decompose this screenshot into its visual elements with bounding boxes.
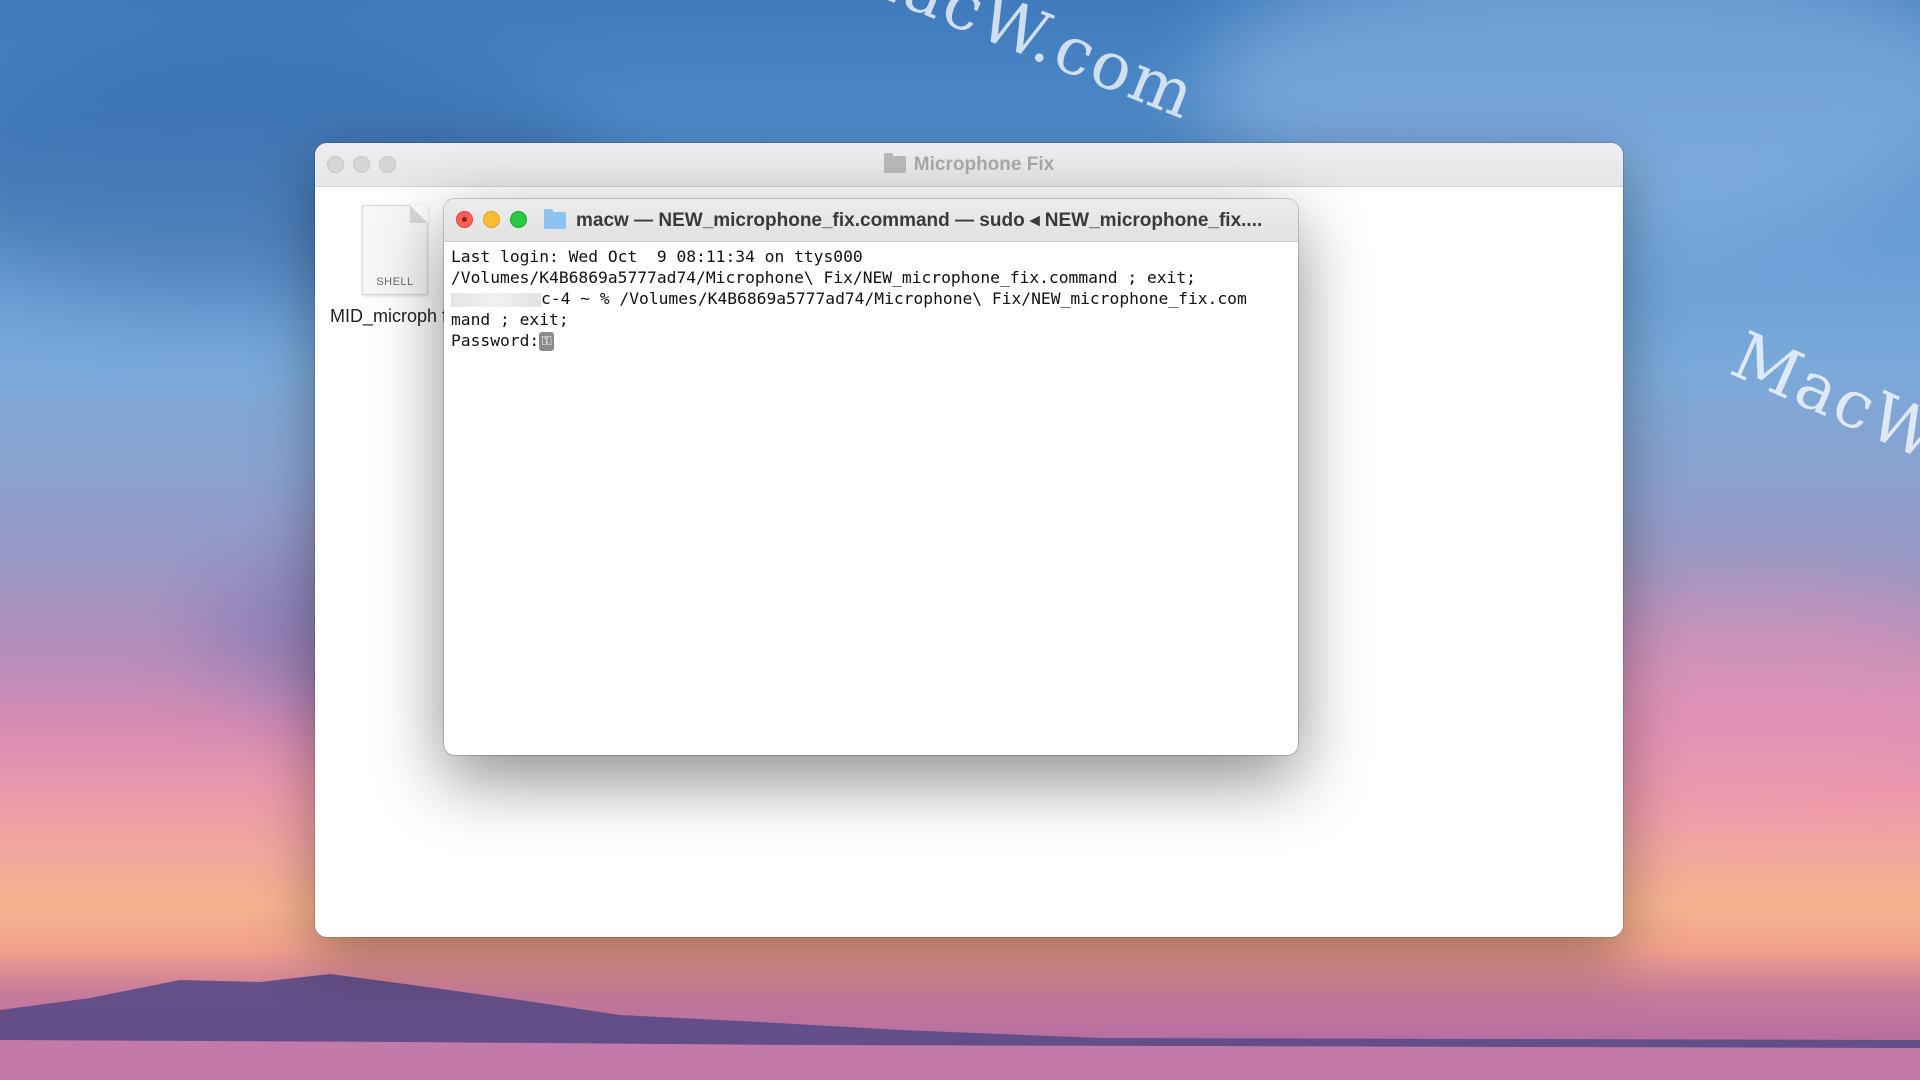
shell-icon-label: SHELL — [376, 276, 414, 288]
redacted-hostname — [451, 292, 541, 307]
folder-icon — [883, 153, 906, 173]
terminal-minimize-button[interactable] — [483, 211, 500, 228]
terminal-line: mand ; exit; — [451, 310, 569, 329]
finder-titlebar[interactable]: Microphone Fix — [315, 143, 1623, 187]
terminal-line: Last login: Wed Oct 9 08:11:34 on ttys00… — [451, 247, 863, 266]
desktop: MacW.com MacW.com Microphone Fix SHELL M… — [0, 0, 1920, 1080]
finder-title: Microphone Fix — [315, 143, 1623, 186]
terminal-output[interactable]: Last login: Wed Oct 9 08:11:34 on ttys00… — [444, 242, 1298, 351]
finder-title-text: Microphone Fix — [913, 153, 1055, 175]
terminal-prompt-text: c-4 ~ % /Volumes/K4B6869a5777ad74/Microp… — [541, 289, 1247, 308]
watermark: MacW.com — [1720, 316, 1920, 541]
folder-icon — [544, 208, 566, 229]
terminal-title-text: macw — NEW_microphone_fix.command — sudo… — [576, 209, 1263, 231]
terminal-window[interactable]: macw — NEW_microphone_fix.command — sudo… — [444, 199, 1298, 755]
watermark: MacW.com — [829, 0, 1208, 135]
key-icon: ⚿ — [539, 332, 555, 351]
terminal-close-button[interactable] — [456, 211, 473, 228]
terminal-titlebar[interactable]: macw — NEW_microphone_fix.command — sudo… — [444, 199, 1298, 242]
terminal-window-controls — [456, 211, 527, 228]
terminal-line: Password: ⚿ — [451, 330, 1298, 351]
terminal-title: macw — NEW_microphone_fix.command — sudo… — [544, 199, 1282, 241]
terminal-line: c-4 ~ % /Volumes/K4B6869a5777ad74/Microp… — [451, 288, 1298, 309]
shell-script-icon[interactable]: SHELL — [362, 205, 428, 295]
terminal-zoom-button[interactable] — [510, 211, 527, 228]
password-prompt: Password: — [451, 331, 540, 350]
terminal-line: /Volumes/K4B6869a5777ad74/Microphone\ Fi… — [451, 268, 1196, 287]
mountains — [0, 974, 1920, 1080]
